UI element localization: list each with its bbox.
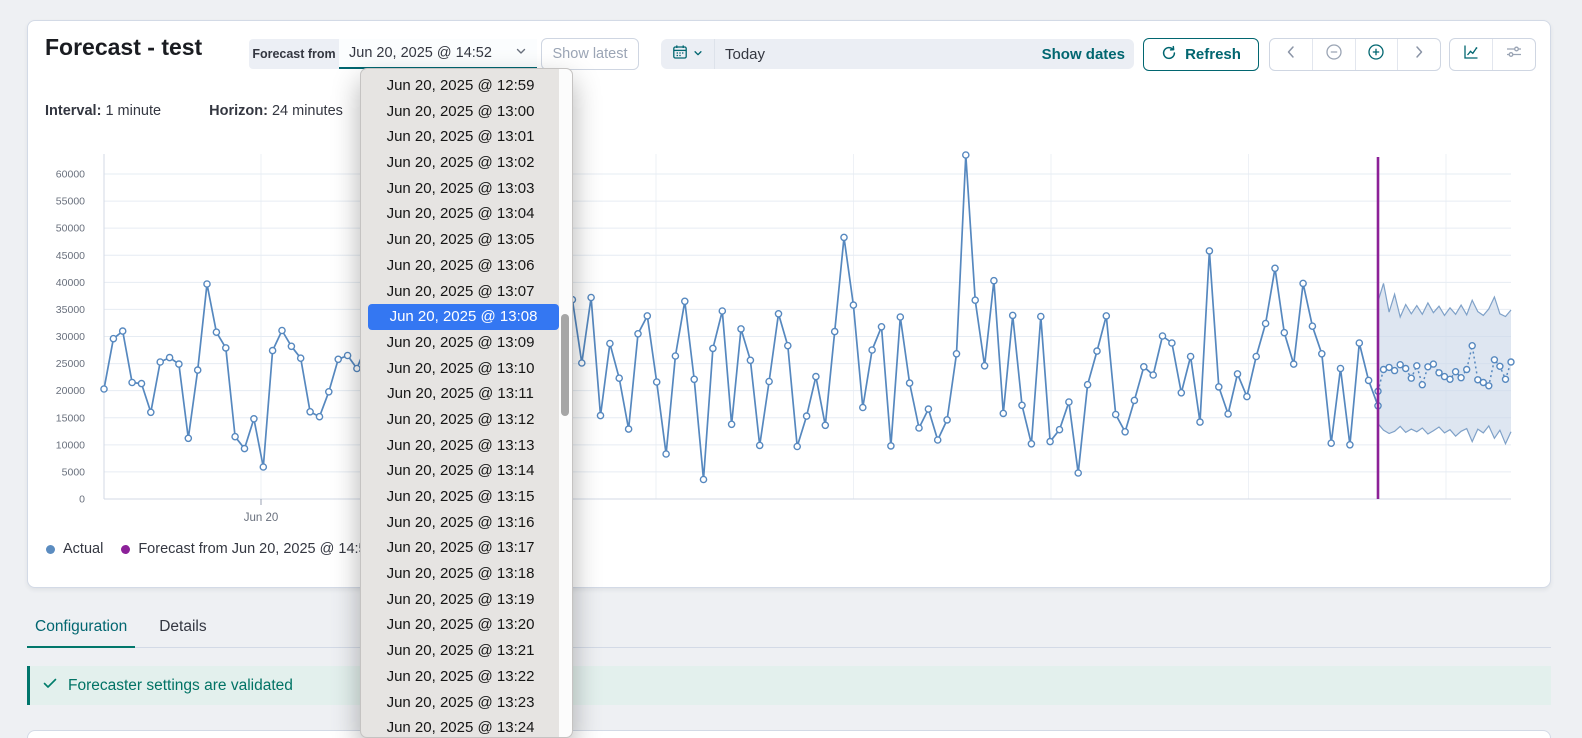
dropdown-scrollbar[interactable] xyxy=(559,69,572,737)
dropdown-item[interactable]: Jun 20, 2025 @ 13:19 xyxy=(361,587,572,613)
legend-label-forecast: Forecast from Jun 20, 2025 @ 14:52 xyxy=(138,541,374,557)
chevron-down-icon xyxy=(515,45,527,61)
forecast-meta: Interval: 1 minute Horizon: 24 minutes xyxy=(45,103,343,119)
refresh-label: Refresh xyxy=(1185,46,1241,63)
forecast-chart-panel: Forecast - test Forecast from Jun 20, 20… xyxy=(27,20,1551,588)
chart-settings-button[interactable] xyxy=(1492,39,1535,70)
legend-label-actual: Actual xyxy=(63,541,103,557)
tabs-divider xyxy=(27,647,1551,648)
pan-left-button[interactable] xyxy=(1270,39,1312,70)
show-latest-button[interactable]: Show latest xyxy=(541,38,639,70)
dropdown-item[interactable]: Jun 20, 2025 @ 13:11 xyxy=(361,381,572,407)
dropdown-item[interactable]: Jun 20, 2025 @ 13:06 xyxy=(361,253,572,279)
interval-value: 1 minute xyxy=(105,103,161,119)
zoom-in-button[interactable] xyxy=(1355,39,1398,70)
dropdown-item[interactable]: Jun 20, 2025 @ 13:05 xyxy=(361,227,572,253)
dropdown-item[interactable]: Jun 20, 2025 @ 13:03 xyxy=(361,176,572,202)
forecast-from-label: Forecast from xyxy=(249,39,339,69)
calendar-button[interactable] xyxy=(661,39,715,69)
zoom-out-button[interactable] xyxy=(1312,39,1355,70)
chevron-left-icon xyxy=(1283,44,1299,65)
svg-text:10000: 10000 xyxy=(56,439,85,451)
dropdown-item[interactable]: Jun 20, 2025 @ 13:22 xyxy=(361,664,572,690)
dropdown-scrollbar-thumb[interactable] xyxy=(561,314,569,416)
svg-text:15000: 15000 xyxy=(56,412,85,424)
plus-circle-icon xyxy=(1367,43,1385,66)
dropdown-item[interactable]: Jun 20, 2025 @ 13:09 xyxy=(361,330,572,356)
dropdown-item[interactable]: Jun 20, 2025 @ 13:18 xyxy=(361,561,572,587)
svg-text:20000: 20000 xyxy=(56,385,85,397)
dropdown-item[interactable]: Jun 20, 2025 @ 13:13 xyxy=(361,433,572,459)
tab-details[interactable]: Details xyxy=(151,610,214,648)
chevron-down-icon xyxy=(693,45,703,63)
dropdown-item[interactable]: Jun 20, 2025 @ 13:21 xyxy=(361,638,572,664)
horizon-value: 24 minutes xyxy=(272,103,343,119)
dropdown-item-selected[interactable]: Jun 20, 2025 @ 13:08 xyxy=(368,304,559,330)
date-picker-bar: Today Show dates xyxy=(661,39,1134,69)
svg-text:60000: 60000 xyxy=(56,169,85,181)
dropdown-item[interactable]: Jun 20, 2025 @ 13:14 xyxy=(361,458,572,484)
date-quick-value[interactable]: Today xyxy=(725,46,765,63)
dropdown-item[interactable]: Jun 20, 2025 @ 13:15 xyxy=(361,484,572,510)
validation-banner: Forecaster settings are validated xyxy=(27,666,1551,705)
dropdown-item[interactable]: Jun 20, 2025 @ 13:00 xyxy=(361,99,572,125)
legend-item-actual[interactable]: Actual xyxy=(46,541,103,557)
line-chart-view-button[interactable] xyxy=(1450,39,1492,70)
dropdown-item[interactable]: Jun 20, 2025 @ 13:12 xyxy=(361,407,572,433)
svg-text:50000: 50000 xyxy=(56,223,85,235)
svg-text:Jun 20: Jun 20 xyxy=(244,512,279,524)
svg-text:25000: 25000 xyxy=(56,358,85,370)
chart-view-group xyxy=(1449,38,1536,71)
dropdown-item[interactable]: Jun 20, 2025 @ 13:01 xyxy=(361,124,572,150)
legend-dot-forecast xyxy=(121,545,130,554)
chart-nav-group xyxy=(1269,38,1441,71)
forecast-from-select[interactable]: Jun 20, 2025 @ 14:52 xyxy=(339,39,537,69)
tabs: Configuration Details xyxy=(27,610,215,648)
pan-right-button[interactable] xyxy=(1397,39,1440,70)
chart-legend: Actual Forecast from Jun 20, 2025 @ 14:5… xyxy=(46,541,375,557)
line-chart-icon xyxy=(1462,43,1480,66)
svg-text:35000: 35000 xyxy=(56,304,85,316)
check-icon xyxy=(30,675,58,696)
legend-dot-actual xyxy=(46,545,55,554)
forecast-from-dropdown: Jun 20, 2025 @ 12:59Jun 20, 2025 @ 13:00… xyxy=(360,68,573,738)
configuration-panel xyxy=(27,730,1551,738)
tab-configuration[interactable]: Configuration xyxy=(27,610,135,648)
refresh-icon xyxy=(1161,45,1177,65)
dropdown-item[interactable]: Jun 20, 2025 @ 13:10 xyxy=(361,356,572,382)
svg-text:30000: 30000 xyxy=(56,331,85,343)
chevron-right-icon xyxy=(1411,44,1427,65)
page-title: Forecast - test xyxy=(45,34,202,61)
dropdown-item[interactable]: Jun 20, 2025 @ 13:24 xyxy=(361,715,572,738)
horizon-label: Horizon: xyxy=(209,103,268,119)
svg-text:40000: 40000 xyxy=(56,277,85,289)
dropdown-item[interactable]: Jun 20, 2025 @ 13:20 xyxy=(361,612,572,638)
refresh-button[interactable]: Refresh xyxy=(1143,38,1259,71)
svg-text:55000: 55000 xyxy=(56,196,85,208)
validation-banner-text: Forecaster settings are validated xyxy=(68,677,293,695)
calendar-icon xyxy=(672,44,688,65)
svg-text:45000: 45000 xyxy=(56,250,85,262)
dropdown-item[interactable]: Jun 20, 2025 @ 13:07 xyxy=(361,279,572,305)
interval-label: Interval: xyxy=(45,103,101,119)
show-dates-link[interactable]: Show dates xyxy=(1042,46,1125,63)
dropdown-item[interactable]: Jun 20, 2025 @ 13:16 xyxy=(361,510,572,536)
dropdown-item[interactable]: Jun 20, 2025 @ 13:17 xyxy=(361,535,572,561)
sliders-icon xyxy=(1505,43,1523,66)
svg-text:0: 0 xyxy=(79,494,85,506)
dropdown-item[interactable]: Jun 20, 2025 @ 13:04 xyxy=(361,201,572,227)
legend-item-forecast[interactable]: Forecast from Jun 20, 2025 @ 14:52 xyxy=(121,541,374,557)
dropdown-item[interactable]: Jun 20, 2025 @ 12:59 xyxy=(361,73,572,99)
dropdown-item[interactable]: Jun 20, 2025 @ 13:02 xyxy=(361,150,572,176)
minus-circle-icon xyxy=(1325,43,1343,66)
forecast-from-value: Jun 20, 2025 @ 14:52 xyxy=(349,45,515,61)
svg-text:5000: 5000 xyxy=(62,466,86,478)
dropdown-item[interactable]: Jun 20, 2025 @ 13:23 xyxy=(361,690,572,716)
